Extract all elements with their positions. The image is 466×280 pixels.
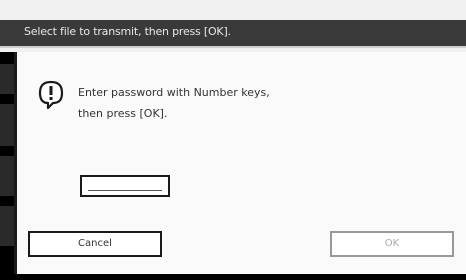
dialog-message: Enter password with Number keys, then pr…: [78, 82, 270, 124]
header-divider: [0, 46, 466, 48]
message-line: Enter password with Number keys,: [78, 86, 270, 99]
side-tab: [0, 206, 14, 246]
password-field[interactable]: [80, 175, 170, 197]
alert-icon: [38, 80, 64, 110]
side-tab: [0, 64, 14, 94]
side-tab: [0, 104, 14, 146]
instruction-text: Select file to transmit, then press [OK]…: [24, 25, 231, 38]
ok-button[interactable]: OK: [330, 231, 454, 257]
message-line: then press [OK].: [78, 107, 168, 120]
side-tab: [0, 156, 14, 196]
cancel-button[interactable]: Cancel: [28, 231, 162, 257]
header-panel: Select file to transmit, then press [OK]…: [0, 0, 466, 52]
